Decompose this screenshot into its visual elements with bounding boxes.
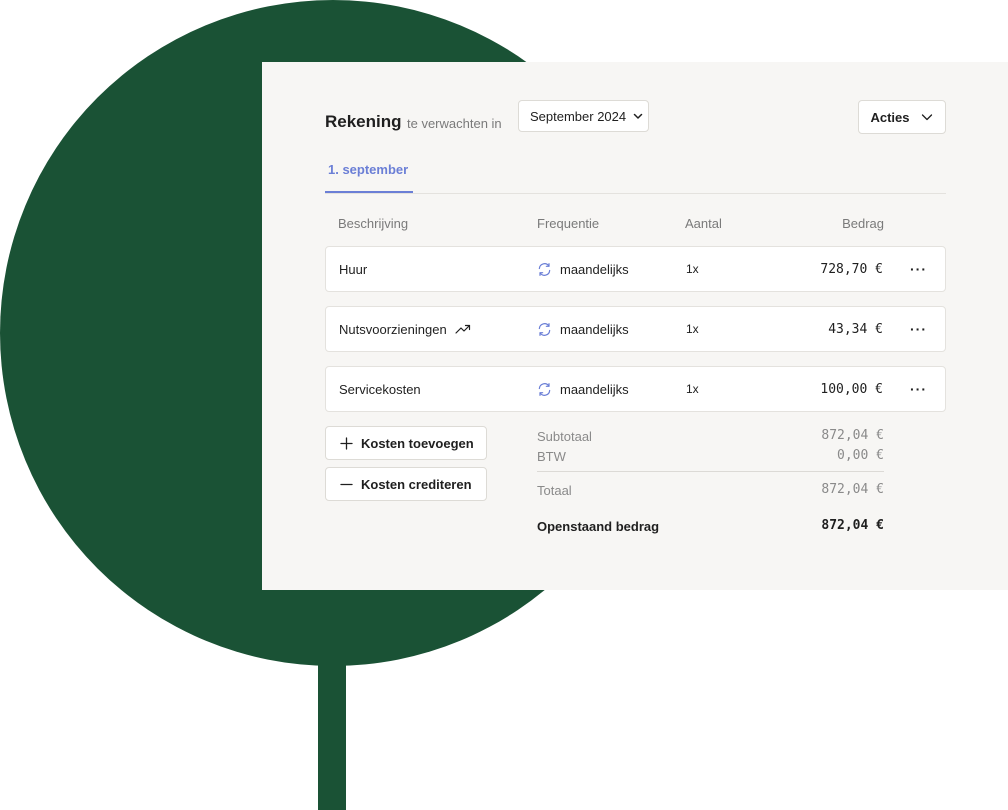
row-amount: 728,70 € [820, 261, 883, 277]
summary-divider [537, 471, 884, 472]
table-row[interactable]: Nutsvoorzieningen maandelijks 1x 43,34 €… [325, 306, 946, 352]
row-quantity: 1x [686, 262, 699, 276]
credit-costs-label: Kosten crediteren [361, 476, 472, 492]
trending-up-icon [455, 323, 471, 335]
column-header-description: Beschrijving [338, 216, 409, 231]
plus-icon [340, 436, 353, 450]
total-label: Totaal [537, 483, 572, 498]
tab-divider [325, 193, 946, 194]
actions-button[interactable]: Acties [858, 100, 946, 134]
refresh-icon [537, 262, 552, 277]
column-header-frequency: Frequentie [537, 216, 600, 231]
table-row[interactable]: Huur maandelijks 1x 728,70 € ··· [325, 246, 946, 292]
page-title: Rekening [325, 112, 402, 131]
refresh-icon [537, 322, 552, 337]
page-subtitle: te verwachten in [407, 116, 502, 131]
minus-icon [340, 478, 353, 491]
add-costs-label: Kosten toevoegen [361, 435, 474, 451]
outstanding-label: Openstaand bedrag [537, 519, 660, 534]
chevron-down-icon [920, 110, 934, 124]
tab-date[interactable]: 1. september [325, 158, 413, 193]
invoice-panel: Rekening te verwachten in September 2024… [262, 62, 1008, 590]
row-amount: 100,00 € [820, 381, 883, 397]
column-header-amount: Bedrag [842, 216, 884, 231]
vat-value: 0,00 € [837, 448, 884, 463]
month-select-value: September 2024 [530, 108, 627, 124]
more-horizontal-icon[interactable]: ··· [910, 247, 927, 291]
row-quantity: 1x [686, 322, 699, 336]
refresh-icon [537, 382, 552, 397]
row-description: Huur [339, 261, 368, 277]
row-description: Servicekosten [339, 381, 421, 397]
row-frequency: maandelijks [560, 381, 629, 397]
subtotal-value: 872,04 € [821, 428, 884, 443]
vat-label: BTW [537, 449, 566, 464]
month-select[interactable]: September 2024 [518, 100, 649, 132]
row-frequency: maandelijks [560, 261, 629, 277]
row-amount: 43,34 € [828, 321, 883, 337]
row-frequency: maandelijks [560, 321, 629, 337]
row-quantity: 1x [686, 382, 699, 396]
credit-costs-button[interactable]: Kosten crediteren [325, 467, 487, 501]
more-horizontal-icon[interactable]: ··· [910, 307, 927, 351]
decorative-stem [318, 600, 346, 810]
subtotal-label: Subtotaal [537, 429, 592, 444]
actions-button-label: Acties [870, 109, 910, 125]
more-horizontal-icon[interactable]: ··· [910, 367, 927, 411]
add-costs-button[interactable]: Kosten toevoegen [325, 426, 487, 460]
row-description: Nutsvoorzieningen [339, 321, 447, 337]
total-value: 872,04 € [821, 482, 884, 497]
outstanding-value: 872,04 € [821, 518, 884, 533]
chevron-down-icon [632, 110, 644, 122]
column-header-quantity: Aantal [685, 216, 722, 231]
table-row[interactable]: Servicekosten maandelijks 1x 100,00 € ··… [325, 366, 946, 412]
